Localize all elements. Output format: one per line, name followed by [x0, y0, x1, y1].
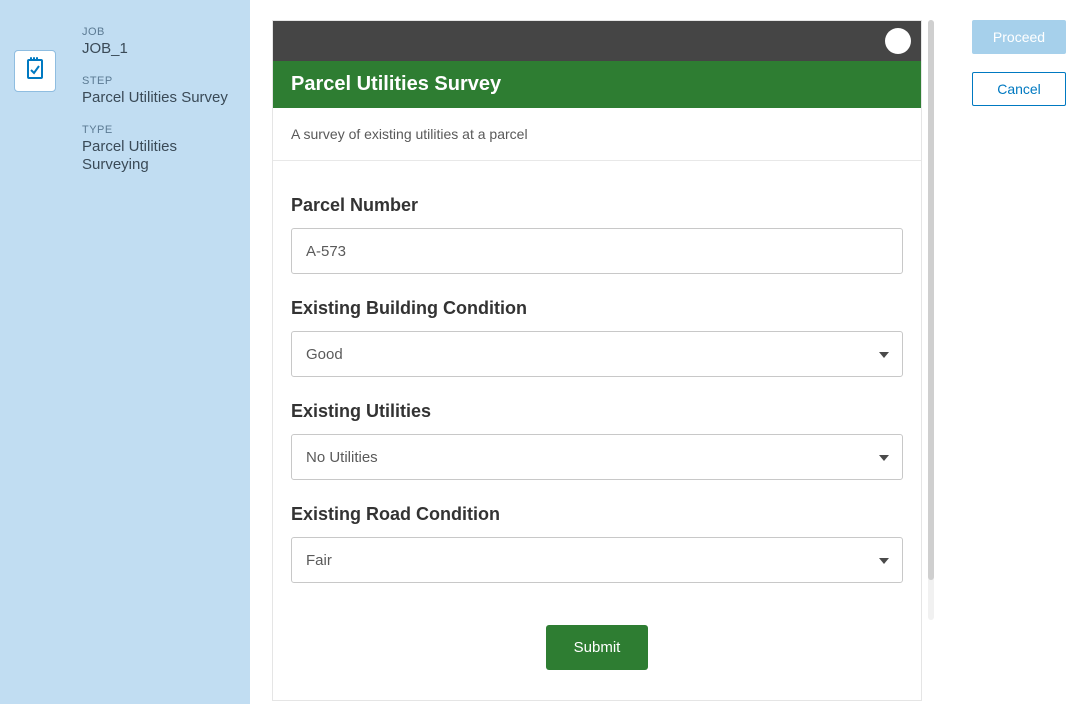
scrollbar-thumb[interactable] — [928, 20, 934, 580]
type-label: TYPE — [82, 124, 234, 136]
actions-panel: Proceed Cancel — [940, 0, 1086, 704]
select-value: Good — [306, 346, 343, 363]
survey-card: Parcel Utilities Survey A survey of exis… — [272, 20, 922, 701]
sidebar: JOB JOB_1 STEP Parcel Utilities Survey T… — [0, 0, 250, 704]
submit-button[interactable]: Submit — [546, 625, 649, 670]
road-condition-select[interactable]: Fair — [291, 537, 903, 583]
step-label: STEP — [82, 75, 234, 87]
parcel-number-input[interactable] — [291, 228, 903, 274]
select-value: Fair — [306, 552, 332, 569]
step-icon-box — [14, 50, 56, 92]
job-label: JOB — [82, 26, 234, 38]
job-value: JOB_1 — [82, 40, 234, 59]
field-parcel-number: Parcel Number — [291, 195, 903, 274]
field-label: Existing Road Condition — [291, 504, 903, 525]
survey-description: A survey of existing utilities at a parc… — [273, 108, 921, 161]
scrollbar-track — [928, 20, 934, 620]
submit-row: Submit — [291, 625, 903, 670]
clipboard-check-icon — [23, 57, 47, 86]
field-label: Parcel Number — [291, 195, 903, 216]
avatar[interactable] — [885, 28, 911, 54]
field-building-condition: Existing Building Condition Good — [291, 298, 903, 377]
step-value: Parcel Utilities Survey — [82, 89, 234, 108]
cancel-button[interactable]: Cancel — [972, 72, 1066, 106]
field-label: Existing Utilities — [291, 401, 903, 422]
sidebar-info: JOB JOB_1 STEP Parcel Utilities Survey T… — [82, 20, 250, 704]
survey-topbar — [273, 21, 921, 61]
survey-body: Parcel Number Existing Building Conditio… — [273, 161, 921, 700]
field-road-condition: Existing Road Condition Fair — [291, 504, 903, 583]
select-value: No Utilities — [306, 449, 378, 466]
main-content: Parcel Utilities Survey A survey of exis… — [250, 0, 940, 704]
field-existing-utilities: Existing Utilities No Utilities — [291, 401, 903, 480]
field-label: Existing Building Condition — [291, 298, 903, 319]
proceed-button[interactable]: Proceed — [972, 20, 1066, 54]
survey-title: Parcel Utilities Survey — [273, 61, 921, 108]
building-condition-select[interactable]: Good — [291, 331, 903, 377]
sidebar-icon-column — [0, 20, 70, 704]
type-value: Parcel Utilities Surveying — [82, 138, 234, 176]
existing-utilities-select[interactable]: No Utilities — [291, 434, 903, 480]
